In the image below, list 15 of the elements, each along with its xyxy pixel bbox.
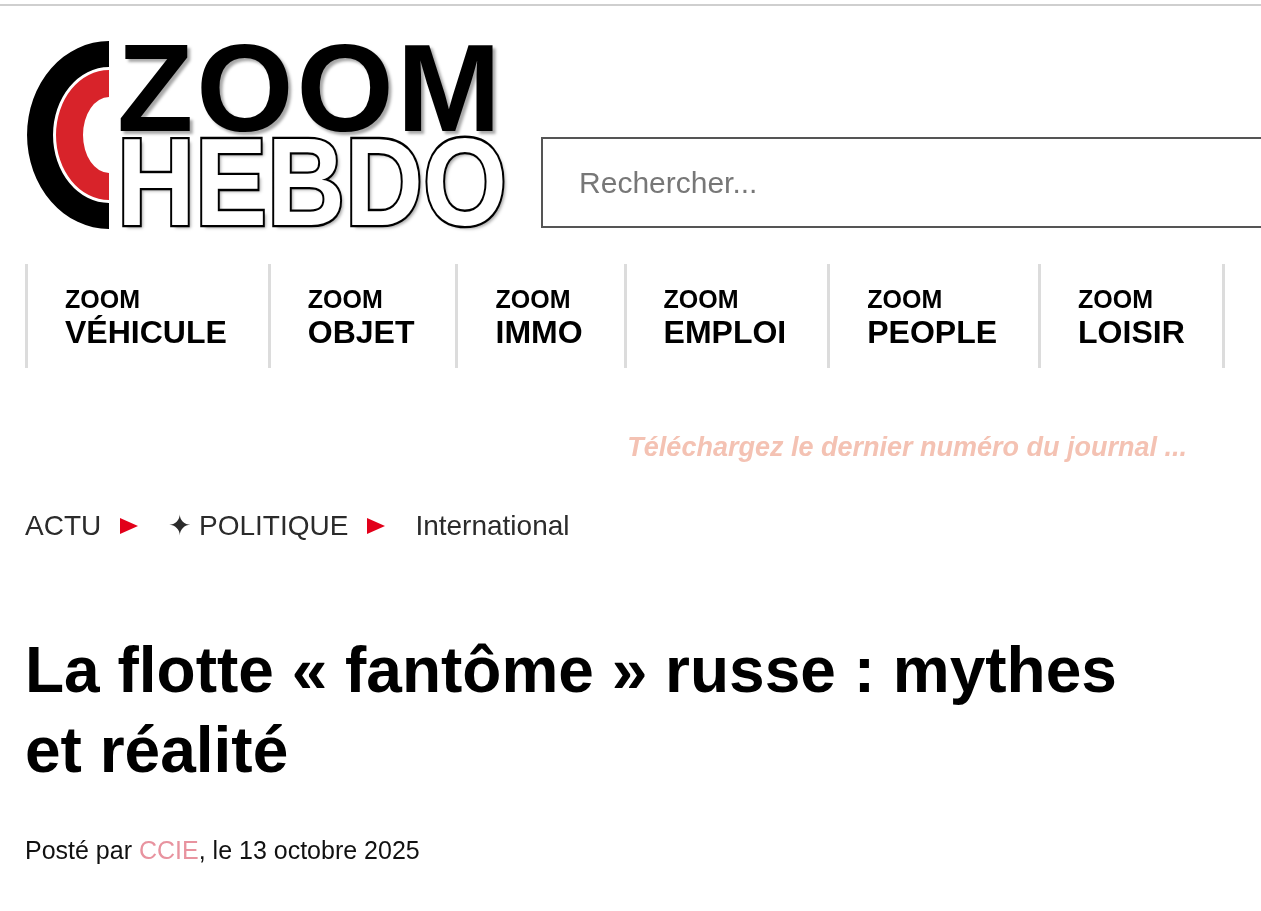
nav-link[interactable]: ZOOM EMPLOI [623,264,828,368]
nav-link[interactable]: ZOOM LOISIR [1038,264,1225,368]
byline: Posté par CCIE, le 13 octobre 2025 [25,835,420,866]
search-field[interactable]: Rechercher... [541,137,1261,228]
breadcrumb-separator-icon [367,517,386,535]
site-logo[interactable]: ZOOM HEBDO [25,40,520,238]
article-title: La flotte « fantôme » russe : mythes et réalité [25,633,1118,788]
breadcrumb-separator-icon [120,517,139,535]
nav-link[interactable]: ZOOM OBJET [267,264,456,368]
nav-link[interactable]: ZOOM VÉHICULE [25,264,268,368]
breadcrumb-link[interactable]: ACTU [25,509,102,543]
nav-link[interactable]: ZOOM PEOPLE [827,264,1039,368]
breadcrumb-link[interactable]: International [415,509,570,543]
breadcrumb-link[interactable]: ✦ POLITIQUE [168,509,349,543]
nav-link[interactable]: ZOOM IMMO [455,264,624,368]
